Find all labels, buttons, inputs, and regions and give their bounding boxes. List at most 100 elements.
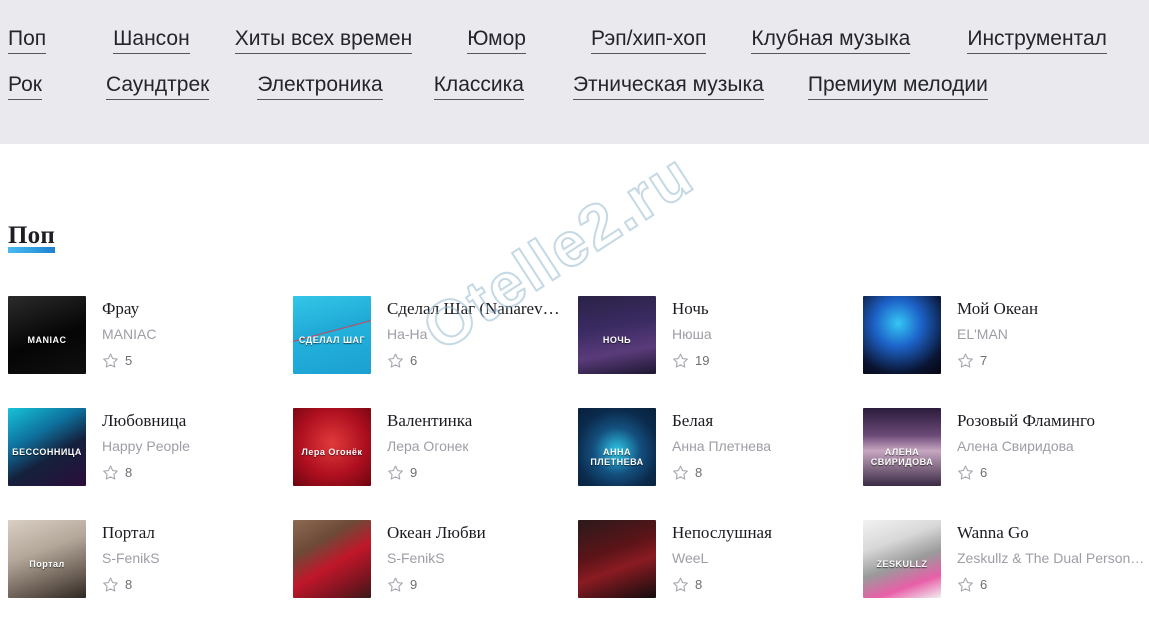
- track-card[interactable]: АННА ПЛЕТНЕВА Белая Анна Плетнева 8: [578, 408, 863, 520]
- track-cover-art[interactable]: MANIAC: [8, 296, 86, 374]
- nav-link-row2-1[interactable]: Саундтрек: [105, 72, 210, 100]
- track-artist[interactable]: Happy People: [102, 437, 292, 456]
- track-title[interactable]: Мой Океан: [957, 298, 1147, 319]
- track-cover-art[interactable]: [863, 296, 941, 374]
- track-card[interactable]: Океан Любви S-FenikS 9: [293, 520, 578, 632]
- star-outline-icon[interactable]: [672, 352, 689, 369]
- category-nav-row-1: Поп Шансон Хиты всех времен Юмор Рэп/хип-хоп…: [0, 26, 1149, 72]
- track-cover-art[interactable]: НОЧЬ: [578, 296, 656, 374]
- track-cover-label: АННА ПЛЕТНЕВА: [590, 447, 644, 467]
- category-nav: Поп Шансон Хиты всех времен Юмор Рэп/хип-хоп…: [0, 0, 1149, 144]
- star-outline-icon[interactable]: [672, 576, 689, 593]
- star-outline-icon[interactable]: [102, 576, 119, 593]
- nav-link-row1-5[interactable]: Клубная музыка: [751, 26, 911, 54]
- nav-link-row1-4[interactable]: Рэп/хип-хоп: [590, 26, 707, 54]
- track-artist[interactable]: Нюша: [672, 325, 862, 344]
- track-rating-count: 8: [125, 577, 133, 592]
- track-cover-art[interactable]: ZESKULLZ: [863, 520, 941, 598]
- track-title[interactable]: Белая: [672, 410, 862, 431]
- track-card[interactable]: Непослушная WeeL 8: [578, 520, 863, 632]
- track-cover-art[interactable]: [293, 520, 371, 598]
- track-title[interactable]: Любовница: [102, 410, 292, 431]
- section-title-label: Поп: [8, 222, 55, 249]
- star-outline-icon[interactable]: [387, 576, 404, 593]
- track-cover-label: ZESKULLZ: [876, 559, 928, 569]
- track-card[interactable]: БЕССОННИЦА Любовница Happy People 8: [8, 408, 293, 520]
- track-artist[interactable]: MANIAC: [102, 325, 292, 344]
- nav-link-row2-3[interactable]: Классика: [433, 72, 524, 100]
- track-title[interactable]: Валентинка: [387, 410, 577, 431]
- star-outline-icon[interactable]: [387, 464, 404, 481]
- track-cover-art[interactable]: АЛЕНА СВИРИДОВА: [863, 408, 941, 486]
- track-cover-art[interactable]: [578, 520, 656, 598]
- track-rating: 9: [387, 576, 578, 593]
- track-rating-count: 9: [410, 465, 418, 480]
- nav-link-row1-2[interactable]: Хиты всех времен: [234, 26, 413, 54]
- track-grid: MANIAC Фрау MANIAC 5 СДЕЛАЛ ШАГ Сделал Шаг (N…: [8, 296, 1149, 632]
- star-outline-icon[interactable]: [387, 352, 404, 369]
- section-title-pop[interactable]: Поп: [8, 222, 55, 253]
- track-title[interactable]: Фрау: [102, 298, 292, 319]
- track-rating-count: 19: [695, 353, 710, 368]
- track-card[interactable]: НОЧЬ Ночь Нюша 19: [578, 296, 863, 408]
- track-rating-count: 5: [125, 353, 133, 368]
- track-rating: 5: [102, 352, 293, 369]
- track-artist[interactable]: Алена Свиридова: [957, 437, 1147, 456]
- nav-link-row1-0[interactable]: Поп: [8, 26, 47, 54]
- track-artist[interactable]: S-FenikS: [387, 549, 577, 568]
- track-card[interactable]: Лера Огонёк Валентинка Лера Огонек 9: [293, 408, 578, 520]
- star-outline-icon[interactable]: [957, 464, 974, 481]
- nav-link-row2-4[interactable]: Этническая музыка: [572, 72, 764, 100]
- track-title[interactable]: Ночь: [672, 298, 862, 319]
- track-rating: 6: [957, 576, 1148, 593]
- track-title[interactable]: Розовый Фламинго: [957, 410, 1147, 431]
- track-cover-art[interactable]: БЕССОННИЦА: [8, 408, 86, 486]
- nav-link-row2-0[interactable]: Рок: [8, 72, 42, 100]
- track-meta: Белая Анна Плетнева 8: [672, 408, 863, 481]
- track-rating: 6: [387, 352, 578, 369]
- track-artist[interactable]: EL'MAN: [957, 325, 1147, 344]
- star-outline-icon[interactable]: [957, 576, 974, 593]
- track-rating-count: 9: [410, 577, 418, 592]
- track-card[interactable]: MANIAC Фрау MANIAC 5: [8, 296, 293, 408]
- track-cover-art[interactable]: АННА ПЛЕТНЕВА: [578, 408, 656, 486]
- track-cover-art[interactable]: Портал: [8, 520, 86, 598]
- track-cover-art[interactable]: Лера Огонёк: [293, 408, 371, 486]
- nav-link-row1-3[interactable]: Юмор: [467, 26, 526, 54]
- track-cover-label: БЕССОННИЦА: [12, 447, 82, 457]
- track-meta: Валентинка Лера Огонек 9: [387, 408, 578, 481]
- track-artist[interactable]: S-FenikS: [102, 549, 292, 568]
- nav-link-row1-6[interactable]: Инструментал: [967, 26, 1107, 54]
- nav-link-row2-2[interactable]: Электроника: [257, 72, 383, 100]
- star-outline-icon[interactable]: [957, 352, 974, 369]
- track-meta: Любовница Happy People 8: [102, 408, 293, 481]
- star-outline-icon[interactable]: [102, 352, 119, 369]
- track-meta: Океан Любви S-FenikS 9: [387, 520, 578, 593]
- track-artist[interactable]: Zeskullz & The Dual Person…: [957, 549, 1147, 568]
- track-card[interactable]: Мой Океан EL'MAN 7: [863, 296, 1148, 408]
- track-card[interactable]: ZESKULLZ Wanna Go Zeskullz & The Dual Pers…: [863, 520, 1148, 632]
- track-meta: Ночь Нюша 19: [672, 296, 863, 369]
- star-outline-icon[interactable]: [672, 464, 689, 481]
- nav-link-row2-5[interactable]: Премиум мелодии: [807, 72, 988, 100]
- track-card[interactable]: Портал Портал S-FenikS 8: [8, 520, 293, 632]
- track-title[interactable]: Океан Любви: [387, 522, 577, 543]
- track-artist[interactable]: WeeL: [672, 549, 862, 568]
- nav-link-row1-1[interactable]: Шансон: [113, 26, 190, 54]
- star-outline-icon[interactable]: [102, 464, 119, 481]
- track-artist[interactable]: Лера Огонек: [387, 437, 577, 456]
- track-title[interactable]: Wanna Go: [957, 522, 1147, 543]
- page-title: Поп: [8, 222, 55, 253]
- track-title[interactable]: Сделал Шаг (Nanarev…: [387, 298, 577, 319]
- track-artist[interactable]: Анна Плетнева: [672, 437, 862, 456]
- track-card[interactable]: СДЕЛАЛ ШАГ Сделал Шаг (Nanarev… На-На 6: [293, 296, 578, 408]
- track-title[interactable]: Портал: [102, 522, 292, 543]
- track-rating-count: 8: [695, 465, 703, 480]
- track-cover-art[interactable]: СДЕЛАЛ ШАГ: [293, 296, 371, 374]
- track-rating: 19: [672, 352, 863, 369]
- track-artist[interactable]: На-На: [387, 325, 577, 344]
- track-rating-count: 6: [980, 577, 988, 592]
- track-card[interactable]: АЛЕНА СВИРИДОВА Розовый Фламинго Алена Сви…: [863, 408, 1148, 520]
- track-rating: 8: [672, 576, 863, 593]
- track-title[interactable]: Непослушная: [672, 522, 862, 543]
